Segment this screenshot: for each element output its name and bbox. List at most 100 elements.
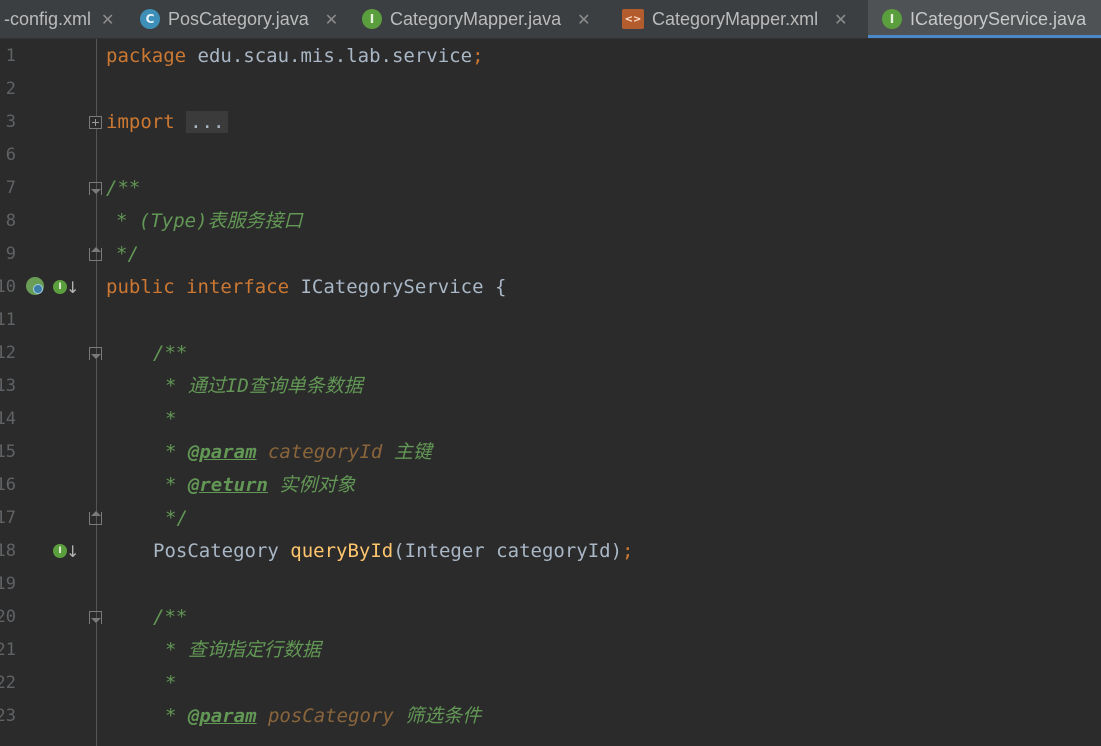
- close-icon[interactable]: ✕: [577, 10, 590, 29]
- interface-icon: I: [882, 9, 902, 29]
- code-line: 9 */: [0, 238, 1101, 271]
- tab-categorymapper-xml[interactable]: <> CategoryMapper.xml ✕: [622, 0, 862, 38]
- line-number: 6: [5, 145, 16, 165]
- code-line: 12 /**: [0, 337, 1101, 370]
- tab-icategoryservice-java[interactable]: I ICategoryService.java: [868, 0, 1101, 38]
- comment: * 通过ID查询单条数据: [165, 375, 363, 397]
- folded-imports[interactable]: ...: [186, 111, 229, 133]
- line-number: 18: [0, 541, 16, 561]
- code-line: 6: [0, 139, 1101, 172]
- code-line: 10 I ↓ public interface ICategoryService…: [0, 271, 1101, 304]
- code-text: * @return 实例对象: [165, 469, 355, 502]
- fold-end-icon[interactable]: [89, 511, 102, 525]
- code-text: * @param posCategory 筛选条件: [165, 700, 481, 733]
- line-number: 12: [0, 343, 16, 363]
- comment: * 查询指定行数据: [165, 639, 321, 661]
- line-number: 15: [0, 442, 16, 462]
- interface-declaration: ICategoryService {: [289, 276, 507, 298]
- code-line: 11: [0, 304, 1101, 337]
- close-icon[interactable]: ✕: [834, 10, 847, 29]
- code-text: package edu.scau.mis.lab.service;: [106, 40, 484, 73]
- code-text: public interface ICategoryService {: [106, 271, 506, 304]
- interface-icon: I: [362, 9, 382, 29]
- line-number: 2: [5, 79, 16, 99]
- code-line: 1 package edu.scau.mis.lab.service;: [0, 40, 1101, 73]
- fold-collapse-icon[interactable]: [89, 611, 102, 624]
- down-arrow-icon[interactable]: ↓: [66, 535, 79, 568]
- comment: /**: [153, 606, 188, 628]
- code-line: 2: [0, 73, 1101, 106]
- code-line: 19: [0, 568, 1101, 601]
- code-text: import ...: [106, 106, 229, 139]
- line-number: 11: [0, 310, 16, 330]
- fold-collapse-icon[interactable]: [89, 347, 102, 360]
- code-line: 23 * @param posCategory 筛选条件: [0, 700, 1101, 733]
- comment: *: [165, 408, 177, 430]
- semicolon: ;: [472, 45, 484, 67]
- tab-poscategory-java[interactable]: C PosCategory.java ✕: [140, 0, 350, 38]
- comment: */: [165, 507, 188, 529]
- tab-config-xml[interactable]: -config.xml ✕: [0, 0, 118, 38]
- code-text: PosCategory queryById(Integer categoryId…: [153, 535, 633, 568]
- line-number: 19: [0, 574, 16, 594]
- method-name: queryById: [290, 540, 394, 562]
- fold-expand-icon[interactable]: [89, 116, 102, 129]
- code-line: 20 /**: [0, 601, 1101, 634]
- comment: */: [116, 243, 139, 265]
- fold-collapse-icon[interactable]: [89, 182, 102, 195]
- comment: /**: [153, 342, 188, 364]
- line-number: 7: [5, 178, 16, 198]
- implemented-icon[interactable]: I: [53, 544, 67, 558]
- return-type: PosCategory: [153, 540, 291, 562]
- javadoc-tag: @param: [187, 705, 257, 727]
- line-number: 1: [5, 46, 16, 66]
- line-number: 9: [5, 244, 16, 264]
- spring-bean-icon[interactable]: [26, 277, 44, 295]
- tab-categorymapper-java[interactable]: I CategoryMapper.java ✕: [362, 0, 607, 38]
- comment: 实例对象: [279, 474, 356, 496]
- code-line: 16 * @return 实例对象: [0, 469, 1101, 502]
- class-icon: C: [140, 9, 160, 29]
- comment: *: [165, 441, 188, 463]
- comment: *: [165, 672, 177, 694]
- comment: *: [165, 705, 188, 727]
- code-line: 8 * (Type)表服务接口: [0, 205, 1101, 238]
- code-line: 7 /**: [0, 172, 1101, 205]
- line-number: 8: [5, 211, 16, 231]
- line-number: 22: [0, 673, 16, 693]
- down-arrow-icon[interactable]: ↓: [66, 271, 79, 304]
- implemented-icon[interactable]: I: [53, 280, 67, 294]
- code-line: 21 * 查询指定行数据: [0, 634, 1101, 667]
- code-line: 22 *: [0, 667, 1101, 700]
- keyword: package: [106, 45, 187, 67]
- tab-label: -config.xml: [4, 8, 92, 29]
- comment: * (Type)表服务接口: [116, 210, 303, 232]
- method-args: (Integer categoryId): [393, 540, 623, 562]
- code-line: 17 */: [0, 502, 1101, 535]
- tab-label: PosCategory.java: [168, 8, 309, 29]
- code-line: 15 * @param categoryId 主键: [0, 436, 1101, 469]
- fold-end-icon[interactable]: [89, 247, 102, 261]
- line-number: 21: [0, 640, 16, 660]
- line-number: 23: [0, 706, 16, 726]
- close-icon[interactable]: ✕: [325, 10, 338, 29]
- package-name: edu.scau.mis.lab.service: [186, 45, 473, 67]
- line-number: 3: [5, 112, 16, 132]
- param-name: posCategory: [267, 705, 394, 727]
- comment: 筛选条件: [405, 705, 482, 727]
- line-number: 14: [0, 409, 16, 429]
- keyword: import: [106, 111, 175, 133]
- code-text: * @param categoryId 主键: [165, 436, 432, 469]
- xml-file-icon: <>: [622, 9, 644, 29]
- line-number: 17: [0, 508, 16, 528]
- javadoc-tag: @return: [187, 474, 268, 496]
- tab-label: CategoryMapper.xml: [652, 8, 819, 29]
- code-line: 18 I ↓ PosCategory queryById(Integer cat…: [0, 535, 1101, 568]
- comment: /**: [106, 177, 141, 199]
- close-icon[interactable]: ✕: [101, 10, 114, 29]
- javadoc-tag: @param: [187, 441, 257, 463]
- line-number: 16: [0, 475, 16, 495]
- param-name: categoryId: [267, 441, 383, 463]
- keyword: public: [106, 276, 175, 298]
- code-editor[interactable]: 1 package edu.scau.mis.lab.service; 2 3 …: [0, 39, 1101, 746]
